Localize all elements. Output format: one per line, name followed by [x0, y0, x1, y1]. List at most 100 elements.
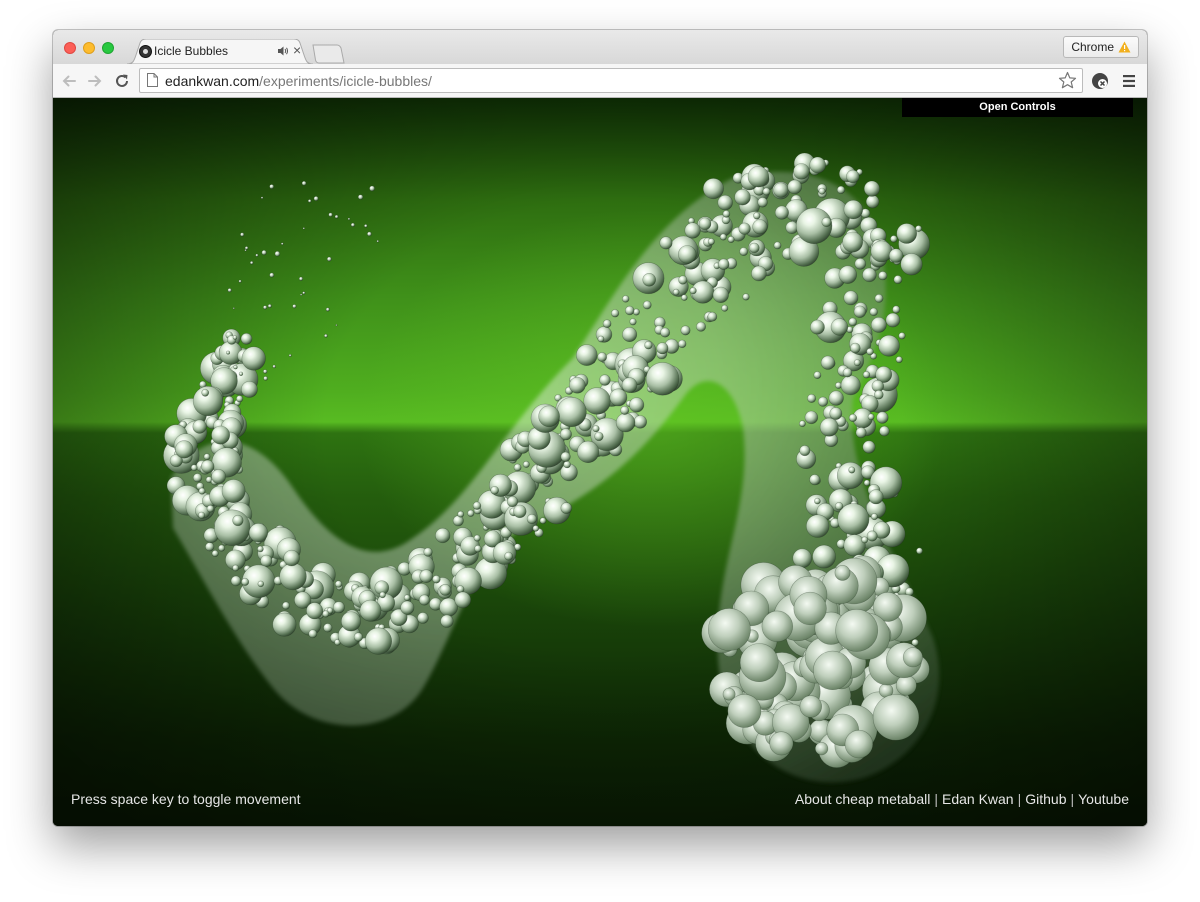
bubble	[366, 231, 372, 237]
bubble	[376, 240, 380, 243]
bubble	[719, 233, 727, 241]
link-edan-kwan[interactable]: Edan Kwan	[942, 791, 1014, 807]
maximize-window-button[interactable]	[102, 42, 114, 54]
bubble	[672, 288, 680, 296]
bubble	[707, 311, 718, 322]
bubble	[353, 632, 364, 642]
bubble	[773, 182, 789, 198]
bubble	[226, 350, 231, 355]
bubble	[787, 179, 803, 195]
tab-close-button[interactable]: ×	[293, 42, 301, 58]
bubble	[793, 591, 827, 626]
bubble	[829, 407, 843, 420]
bubble	[888, 248, 904, 263]
bubble	[799, 420, 806, 428]
bubble	[269, 184, 275, 189]
speaker-icon[interactable]	[277, 45, 289, 57]
bubble	[403, 594, 411, 602]
open-controls-button[interactable]: Open Controls	[902, 98, 1133, 117]
bubble	[418, 594, 430, 606]
bubble	[876, 411, 889, 424]
bubble	[836, 185, 846, 194]
forward-arrow-icon[interactable]	[86, 72, 104, 90]
bookmark-star-icon[interactable]	[1058, 71, 1077, 90]
bubble	[712, 286, 729, 303]
bubble	[513, 463, 522, 472]
chrome-badge-button[interactable]: Chrome	[1063, 36, 1139, 58]
bubble	[885, 312, 901, 328]
bubble	[898, 332, 906, 340]
bubble	[620, 405, 630, 415]
bubble	[306, 602, 324, 620]
bubble	[872, 694, 920, 741]
bubble	[722, 210, 731, 218]
bubble	[232, 514, 244, 527]
bubble	[240, 232, 245, 237]
bubble	[211, 469, 226, 484]
bubble	[799, 445, 811, 457]
bubble	[175, 440, 194, 459]
bubble	[621, 377, 638, 393]
bubble	[307, 199, 312, 203]
bubble	[810, 319, 825, 335]
bubble	[232, 564, 239, 572]
bubble	[835, 609, 879, 652]
link-github[interactable]: Github	[1025, 791, 1066, 807]
bubble	[423, 547, 433, 557]
bubble	[874, 293, 884, 303]
bubble	[556, 396, 587, 427]
bubble	[869, 307, 878, 317]
bubble	[474, 545, 482, 553]
bubble	[322, 610, 330, 618]
bubble	[379, 591, 386, 599]
bubble	[629, 318, 637, 326]
bubble	[680, 325, 691, 336]
bubble	[504, 551, 513, 561]
tab-icicle-bubbles[interactable]: Icicle Bubbles ×	[127, 39, 313, 64]
bubble	[568, 376, 586, 394]
bubble	[748, 242, 760, 254]
bubble	[892, 305, 901, 314]
bubble	[853, 305, 867, 318]
back-arrow-icon[interactable]	[60, 72, 78, 90]
bubble	[198, 487, 206, 495]
bubble	[645, 362, 680, 396]
link-youtube[interactable]: Youtube	[1078, 791, 1129, 807]
address-bar[interactable]: edankwan.com/experiments/icicle-bubbles/	[139, 68, 1083, 93]
bubble	[814, 741, 829, 756]
bubble	[865, 194, 880, 209]
bubble	[211, 425, 231, 445]
bubble	[848, 466, 856, 474]
link-about-cheap-metaball[interactable]: About cheap metaball	[795, 791, 930, 807]
bubble	[867, 413, 875, 421]
bubble	[261, 250, 267, 256]
bubble	[267, 304, 272, 309]
bubble	[819, 417, 839, 437]
url-text[interactable]: edankwan.com/experiments/icicle-bubbles/	[165, 73, 432, 89]
bubble	[628, 397, 645, 413]
url-path: /experiments/icicle-bubbles/	[259, 73, 432, 89]
bubble	[513, 504, 527, 519]
bubble	[900, 253, 923, 276]
bubble	[656, 342, 669, 355]
bubble	[642, 273, 657, 287]
extension-icon[interactable]	[1091, 72, 1109, 90]
webgl-canvas[interactable]: Open Controls Press space key to toggle …	[53, 98, 1147, 826]
bubble	[879, 425, 890, 437]
bubble	[895, 674, 917, 696]
bubble	[357, 194, 364, 200]
bubble	[326, 256, 332, 262]
new-tab-button[interactable]	[311, 44, 345, 64]
bubble	[862, 267, 877, 283]
bubble	[350, 222, 356, 227]
minimize-window-button[interactable]	[83, 42, 95, 54]
reload-icon[interactable]	[113, 72, 131, 90]
bubble	[809, 474, 821, 486]
bubble	[834, 564, 851, 581]
menu-icon[interactable]	[1122, 74, 1136, 88]
browser-window: Icicle Bubbles × Chrome edankwan.com/exp…	[53, 30, 1147, 826]
bubble	[597, 335, 605, 343]
close-window-button[interactable]	[64, 42, 76, 54]
bubble	[615, 412, 636, 433]
bubble	[198, 511, 206, 519]
